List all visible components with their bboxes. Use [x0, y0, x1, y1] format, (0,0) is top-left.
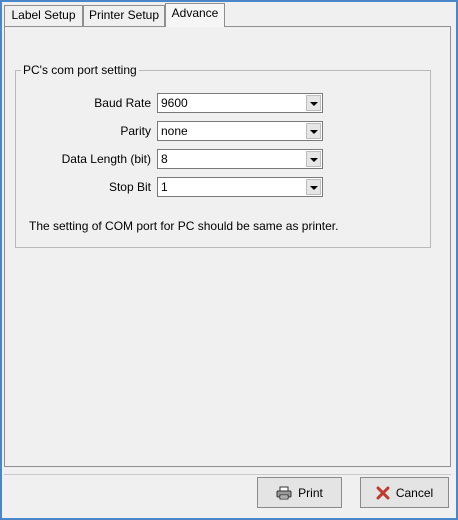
chevron-down-icon[interactable]: [306, 151, 321, 167]
data-length-label: Data Length (bit): [61, 152, 151, 166]
stop-bit-value: 1: [161, 180, 168, 194]
baud-rate-value: 9600: [161, 96, 188, 110]
printer-icon: [276, 486, 292, 500]
tab-printer-setup[interactable]: Printer Setup: [83, 5, 165, 26]
parity-select[interactable]: none: [157, 121, 323, 141]
data-length-select[interactable]: 8: [157, 149, 323, 169]
baud-rate-label: Baud Rate: [94, 96, 151, 110]
tab-label: Label Setup: [11, 8, 76, 22]
print-button-label: Print: [298, 485, 323, 500]
groupbox-title: PC's com port setting: [21, 63, 139, 77]
tab-label-setup[interactable]: Label Setup: [4, 5, 83, 26]
stop-bit-label: Stop Bit: [108, 180, 151, 194]
tab-advance[interactable]: Advance: [165, 3, 225, 27]
data-length-value: 8: [161, 152, 168, 166]
parity-value: none: [161, 124, 188, 138]
cancel-button[interactable]: Cancel: [360, 477, 449, 508]
chevron-down-icon[interactable]: [306, 179, 321, 195]
com-port-note: The setting of COM port for PC should be…: [29, 219, 339, 233]
print-button[interactable]: Print: [257, 477, 342, 508]
tab-label: Advance: [171, 6, 219, 20]
baud-rate-select[interactable]: 9600: [157, 93, 323, 113]
parity-label: Parity: [120, 124, 151, 138]
tab-label: Printer Setup: [88, 8, 160, 22]
stop-bit-select[interactable]: 1: [157, 177, 323, 197]
footer-divider: [4, 474, 451, 475]
chevron-down-icon[interactable]: [306, 123, 321, 139]
cancel-button-label: Cancel: [395, 485, 434, 500]
x-icon: [376, 486, 390, 500]
chevron-down-icon[interactable]: [306, 95, 321, 111]
